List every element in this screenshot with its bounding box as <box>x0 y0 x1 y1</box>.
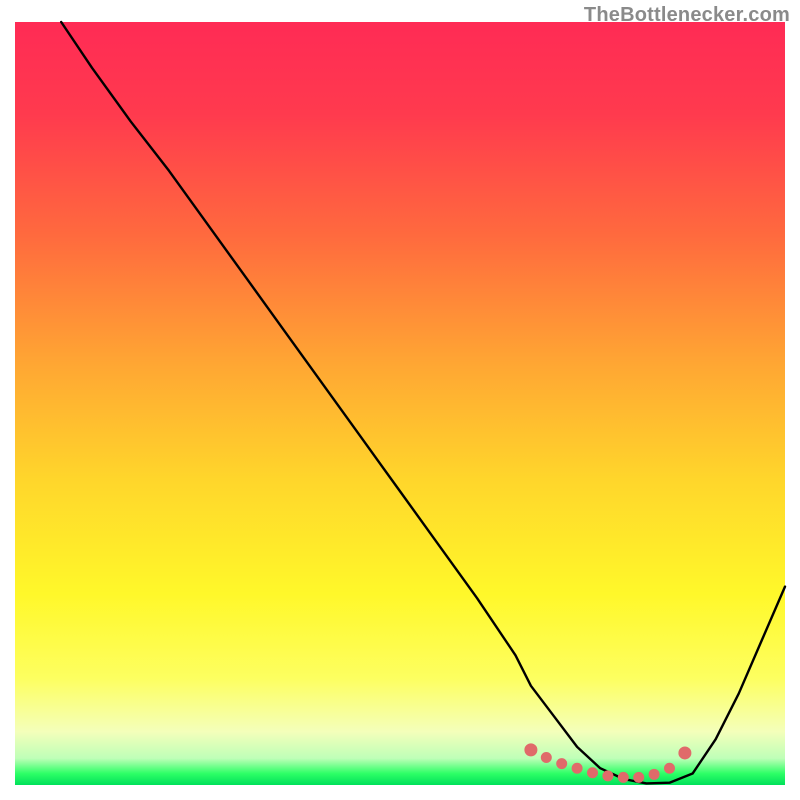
curve-dot <box>679 747 691 759</box>
curve-dot <box>588 768 598 778</box>
gradient-background <box>15 22 785 785</box>
curve-dot <box>541 753 551 763</box>
curve-dot <box>603 771 613 781</box>
curve-dot <box>557 759 567 769</box>
bottleneck-chart <box>0 0 800 800</box>
curve-dot <box>649 769 659 779</box>
chart-container: TheBottlenecker.com <box>0 0 800 800</box>
curve-dot <box>618 772 628 782</box>
attribution-label: TheBottlenecker.com <box>584 4 790 27</box>
curve-dot <box>634 772 644 782</box>
curve-dot <box>572 763 582 773</box>
curve-dot <box>525 744 537 756</box>
curve-dot <box>665 763 675 773</box>
